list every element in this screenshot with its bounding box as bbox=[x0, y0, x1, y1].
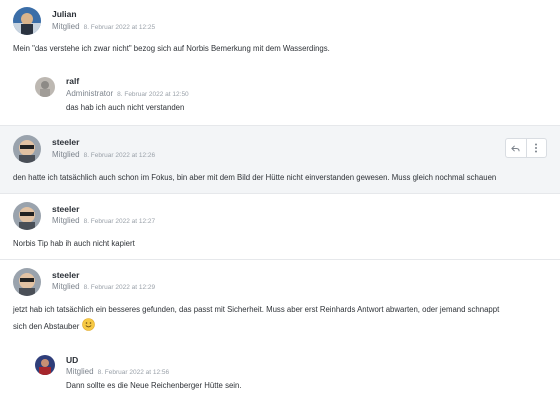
post-date[interactable]: 8. Februar 2022 at 12:29 bbox=[84, 284, 156, 291]
author-role: Mitglied bbox=[52, 22, 80, 31]
avatar[interactable] bbox=[13, 135, 41, 163]
post-date[interactable]: 8. Februar 2022 at 12:25 bbox=[84, 24, 156, 31]
author-role: Mitglied bbox=[52, 282, 80, 291]
reply-icon bbox=[511, 144, 520, 152]
avatar[interactable] bbox=[13, 268, 41, 296]
post-meta: Administrator 8. Februar 2022 at 12:50 bbox=[66, 89, 189, 98]
divider bbox=[0, 259, 560, 260]
reply-button[interactable] bbox=[506, 139, 526, 157]
author-name[interactable]: ralf bbox=[66, 76, 79, 86]
post-text-line-2: sich den Abstauber bbox=[13, 318, 96, 336]
author-name[interactable]: UD bbox=[66, 355, 78, 365]
post-text: Mein "das verstehe ich zwar nicht" bezog… bbox=[13, 44, 330, 53]
smiley-emoji-icon bbox=[82, 318, 96, 336]
more-options-button[interactable] bbox=[525, 139, 547, 157]
post-text-line-2-text: sich den Abstauber bbox=[13, 322, 80, 332]
post-meta: Mitglied 8. Februar 2022 at 12:26 bbox=[52, 150, 155, 159]
author-role: Mitglied bbox=[52, 150, 80, 159]
author-role: Mitglied bbox=[52, 216, 80, 225]
author-name[interactable]: Julian bbox=[52, 9, 77, 19]
post-text: Dann sollte es die Neue Reichenberger Hü… bbox=[66, 381, 242, 390]
author-role: Administrator bbox=[66, 89, 114, 98]
avatar[interactable] bbox=[35, 77, 55, 97]
post-text: den hatte ich tatsächlich auch schon im … bbox=[13, 173, 497, 182]
post-date[interactable]: 8. Februar 2022 at 12:56 bbox=[98, 369, 170, 376]
author-name[interactable]: steeler bbox=[52, 204, 79, 214]
avatar[interactable] bbox=[13, 7, 41, 35]
post-date[interactable]: 8. Februar 2022 at 12:50 bbox=[117, 91, 189, 98]
post-date[interactable]: 8. Februar 2022 at 12:27 bbox=[84, 218, 156, 225]
post-meta: Mitglied 8. Februar 2022 at 12:27 bbox=[52, 216, 155, 225]
post-text: das hab ich auch nicht verstanden bbox=[66, 103, 185, 112]
post-meta: Mitglied 8. Februar 2022 at 12:29 bbox=[52, 282, 155, 291]
author-role: Mitglied bbox=[66, 367, 94, 376]
post-meta: Mitglied 8. Februar 2022 at 12:25 bbox=[52, 22, 155, 31]
more-vertical-icon bbox=[535, 143, 538, 153]
divider bbox=[0, 193, 560, 194]
author-name[interactable]: steeler bbox=[52, 270, 79, 280]
post-text: Norbis Tip hab ih auch nicht kapiert bbox=[13, 239, 135, 248]
post-date[interactable]: 8. Februar 2022 at 12:26 bbox=[84, 152, 156, 159]
post-actions bbox=[505, 138, 547, 158]
post-meta: Mitglied 8. Februar 2022 at 12:56 bbox=[66, 367, 169, 376]
avatar[interactable] bbox=[35, 355, 55, 375]
avatar[interactable] bbox=[13, 202, 41, 230]
author-name[interactable]: steeler bbox=[52, 137, 79, 147]
post-text-line-1: jetzt hab ich tatsächlich ein besseres g… bbox=[13, 305, 500, 314]
